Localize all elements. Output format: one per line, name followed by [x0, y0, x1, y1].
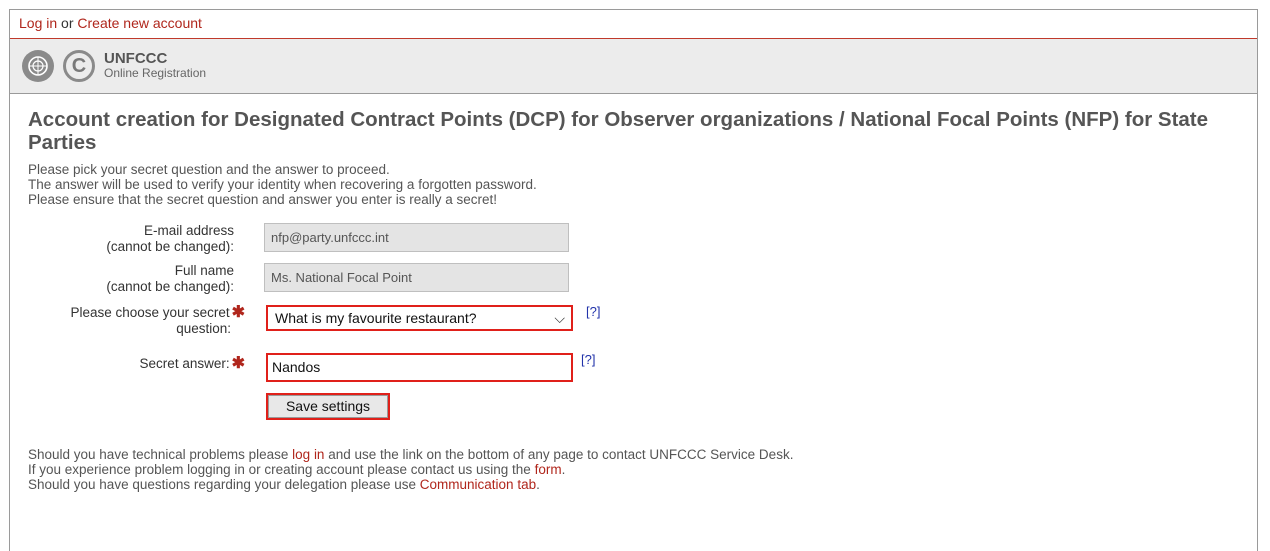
page-title: Account creation for Designated Contract…: [28, 108, 1209, 154]
brand-subtitle: Online Registration: [104, 66, 207, 80]
brand-text: UNFCCC Online Registration: [104, 50, 207, 80]
chevron-down-icon: ⌵: [554, 310, 565, 326]
brand-bar: C UNFCCC Online Registration: [10, 39, 1257, 94]
login-link[interactable]: Log in: [19, 15, 57, 31]
email-label: E-mail address (cannot be changed):: [106, 223, 234, 254]
intro-text: Please pick your secret question and the…: [28, 162, 1257, 207]
create-account-link[interactable]: Create new account: [77, 15, 202, 31]
secret-question-label: Please choose your secret ✱ question:: [70, 304, 246, 337]
top-bar: Log in or Create new account: [10, 10, 1257, 39]
secret-answer-label: Secret answer: ✱: [139, 355, 245, 372]
secret-answer-input[interactable]: Nandos: [266, 353, 573, 382]
footer-text: Should you have technical problems pleas…: [28, 447, 1257, 492]
un-emblem-icon: [22, 50, 54, 82]
unfccc-logo-icon: C: [63, 50, 95, 82]
required-icon: ✱: [231, 355, 245, 372]
page-frame: Log in or Create new account C UNFCCC On…: [9, 9, 1258, 551]
save-settings-button[interactable]: Save settings: [266, 393, 390, 420]
full-name-field: Ms. National Focal Point: [264, 263, 569, 292]
secret-question-value: What is my favourite restaurant?: [275, 310, 477, 326]
secret-question-form: E-mail address (cannot be changed): nfp@…: [28, 207, 1257, 439]
email-field: nfp@party.unfccc.int: [264, 223, 569, 252]
question-help-link[interactable]: [?]: [586, 304, 600, 319]
intro-line-1: Please pick your secret question and the…: [28, 162, 390, 177]
footer-form-link[interactable]: form: [535, 462, 562, 477]
brand-name: UNFCCC: [104, 50, 168, 67]
secret-question-select[interactable]: What is my favourite restaurant? ⌵: [266, 305, 573, 331]
topbar-separator: or: [57, 15, 78, 31]
footer-line-1: Should you have technical problems pleas…: [28, 447, 794, 462]
answer-help-link[interactable]: [?]: [581, 352, 595, 367]
required-icon: ✱: [231, 304, 245, 321]
intro-line-3: Please ensure that the secret question a…: [28, 192, 498, 207]
communication-tab-link[interactable]: Communication tab: [420, 477, 536, 492]
main-content: Account creation for Designated Contract…: [10, 94, 1257, 492]
footer-line-3: Should you have questions regarding your…: [28, 477, 540, 492]
intro-line-2: The answer will be used to verify your i…: [28, 177, 537, 192]
footer-login-link[interactable]: log in: [292, 447, 324, 462]
footer-line-2: If you experience problem logging in or …: [28, 462, 566, 477]
full-name-label: Full name (cannot be changed):: [106, 263, 234, 294]
